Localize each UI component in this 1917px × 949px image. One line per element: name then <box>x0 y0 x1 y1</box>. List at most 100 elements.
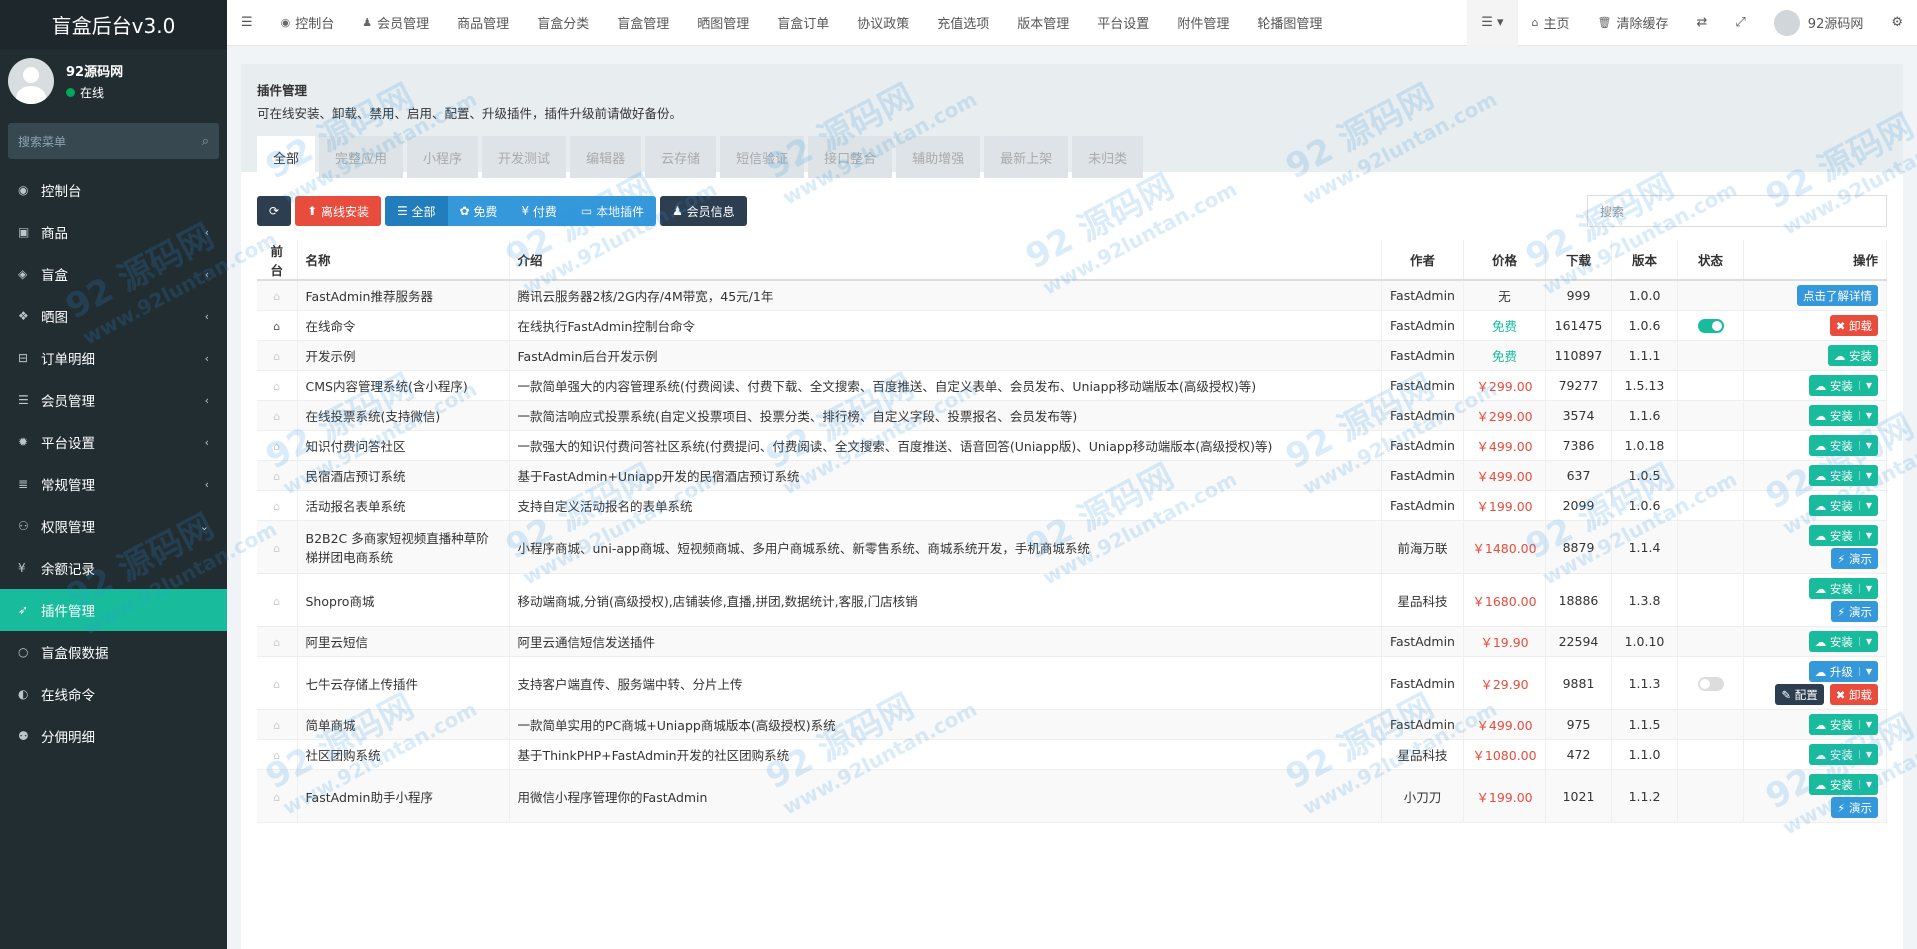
status-toggle[interactable] <box>1697 676 1724 691</box>
sidebar-item-1[interactable]: ▣ 商品 ‹ <box>0 211 227 253</box>
column-header[interactable]: 前台 <box>257 240 298 281</box>
language-button[interactable]: ⇄ <box>1682 0 1721 46</box>
menu-dropdown-button[interactable]: ☰ ▾ <box>1467 0 1518 46</box>
tab-5[interactable]: 云存储 <box>645 136 717 178</box>
tab-9[interactable]: 最新上架 <box>984 136 1069 178</box>
settings-button[interactable]: ⚙ <box>1877 0 1917 46</box>
top-nav-item-11[interactable]: 附件管理 <box>1163 0 1243 46</box>
action-button[interactable]: ✖ 卸载 <box>1829 315 1878 336</box>
sidebar-item-10[interactable]: ➶ 插件管理 <box>0 589 227 631</box>
sidebar-item-0[interactable]: ◉ 控制台 <box>0 169 227 211</box>
action-button[interactable]: ⚡ 演示 <box>1831 548 1878 569</box>
home-link[interactable]: ⌂ 主页 <box>1518 0 1584 46</box>
app-title[interactable]: 盲盒后台v3.0 <box>0 0 227 49</box>
clear-cache-button[interactable]: 🗑 清除缓存 <box>1584 0 1683 46</box>
tab-0[interactable]: 全部 <box>257 136 316 178</box>
action-button[interactable]: ✖ 卸载 <box>1829 684 1878 705</box>
action-button[interactable]: ☁ 安装 ▼ <box>1808 375 1878 396</box>
sidebar-item-12[interactable]: ◐ 在线命令 <box>0 673 227 715</box>
tab-6[interactable]: 短信验证 <box>720 136 805 178</box>
caret-down-icon[interactable]: ▼ <box>1858 501 1872 510</box>
column-header[interactable]: 介绍 <box>509 240 1382 281</box>
filter-free-button[interactable]: ✿ 免费 <box>447 196 510 226</box>
caret-down-icon[interactable]: ▼ <box>1858 780 1872 789</box>
sidebar-item-13[interactable]: ⚉ 分佣明细 <box>0 715 227 757</box>
action-button[interactable]: ☁ 安装 <box>1827 345 1878 366</box>
sidebar-item-9[interactable]: ¥ 余额记录 <box>0 547 227 589</box>
sidebar-item-4[interactable]: ⊟ 订单明细 ‹ <box>0 337 227 379</box>
action-button[interactable]: ☁ 安装 ▼ <box>1808 578 1878 599</box>
top-nav-item-7[interactable]: 协议政策 <box>843 0 923 46</box>
top-nav-item-1[interactable]: ♟ 会员管理 <box>348 0 443 46</box>
caret-down-icon[interactable]: ▼ <box>1858 720 1872 729</box>
sidebar-item-11[interactable]: ○ 盲盒假数据 <box>0 631 227 673</box>
tab-7[interactable]: 接口整合 <box>808 136 893 178</box>
column-header[interactable]: 下载 <box>1545 240 1612 281</box>
action-button[interactable]: ☁ 安装 ▼ <box>1808 495 1878 516</box>
top-nav-item-10[interactable]: 平台设置 <box>1083 0 1163 46</box>
member-info-button[interactable]: ♟ 会员信息 <box>660 196 747 226</box>
table-search-input[interactable]: 搜索 <box>1587 195 1887 227</box>
top-nav-item-3[interactable]: 盲盒分类 <box>523 0 603 46</box>
action-button[interactable]: ⚡ 演示 <box>1831 797 1878 818</box>
column-header[interactable]: 名称 <box>297 240 510 281</box>
sidebar-item-3[interactable]: ❖ 晒图 ‹ <box>0 295 227 337</box>
top-nav-item-9[interactable]: 版本管理 <box>1003 0 1083 46</box>
fullscreen-button[interactable]: ⤢ <box>1721 0 1759 46</box>
sidebar-item-5[interactable]: ☰ 会员管理 ‹ <box>0 379 227 421</box>
status-toggle[interactable] <box>1697 319 1724 334</box>
top-nav-item-2[interactable]: 商品管理 <box>443 0 523 46</box>
sidebar-search-input[interactable]: 搜索菜单 ⌕ <box>8 123 219 159</box>
user-menu[interactable]: 92源码网 <box>1760 0 1878 46</box>
column-header[interactable]: 版本 <box>1611 240 1678 281</box>
caret-down-icon[interactable]: ▼ <box>1858 441 1872 450</box>
action-button[interactable]: 点击了解详情 <box>1797 285 1878 306</box>
action-button[interactable]: ☁ 安装 ▼ <box>1808 465 1878 486</box>
action-button[interactable]: ☁ 安装 ▼ <box>1808 631 1878 652</box>
filter-local-button[interactable]: ▭ 本地插件 <box>568 196 657 226</box>
tab-4[interactable]: 编辑器 <box>570 136 642 178</box>
sidebar-item-8[interactable]: ⚇ 权限管理 ⌄ <box>0 505 227 547</box>
search-icon[interactable]: ⌕ <box>202 134 209 149</box>
action-button[interactable]: ☁ 升级 ▼ <box>1808 661 1878 682</box>
top-nav-item-4[interactable]: 盲盒管理 <box>603 0 683 46</box>
action-button[interactable]: ☁ 安装 ▼ <box>1808 744 1878 765</box>
tab-1[interactable]: 完整应用 <box>319 136 404 178</box>
action-button[interactable]: ☁ 安装 ▼ <box>1808 774 1878 795</box>
top-nav-item-5[interactable]: 晒图管理 <box>683 0 763 46</box>
caret-down-icon[interactable]: ▼ <box>1858 584 1872 593</box>
caret-down-icon[interactable]: ▼ <box>1858 381 1872 390</box>
action-button[interactable]: ☁ 安装 ▼ <box>1808 405 1878 426</box>
tab-10[interactable]: 未归类 <box>1072 136 1144 178</box>
caret-down-icon[interactable]: ▼ <box>1858 411 1872 420</box>
tab-8[interactable]: 辅助增强 <box>896 136 981 178</box>
tab-3[interactable]: 开发测试 <box>482 136 567 178</box>
refresh-button[interactable]: ⟳ <box>257 196 292 226</box>
column-header[interactable]: 价格 <box>1463 240 1546 281</box>
top-nav-item-6[interactable]: 盲盒订单 <box>763 0 843 46</box>
caret-down-icon[interactable]: ▼ <box>1858 667 1872 676</box>
sidebar-toggle-button[interactable]: ☰ <box>227 0 267 46</box>
caret-down-icon[interactable]: ▼ <box>1858 471 1872 480</box>
top-nav-item-0[interactable]: ◉ 控制台 <box>267 0 349 46</box>
tab-2[interactable]: 小程序 <box>407 136 479 178</box>
caret-down-icon[interactable]: ▼ <box>1858 750 1872 759</box>
sidebar-item-6[interactable]: ✹ 平台设置 ‹ <box>0 421 227 463</box>
filter-all-button[interactable]: ☰ 全部 <box>384 196 448 226</box>
caret-down-icon[interactable]: ▼ <box>1858 637 1872 646</box>
action-button[interactable]: ☁ 安装 ▼ <box>1808 435 1878 456</box>
top-nav-item-8[interactable]: 充值选项 <box>923 0 1003 46</box>
column-header[interactable]: 作者 <box>1381 240 1464 281</box>
home-icon[interactable]: ⌂ <box>273 320 280 333</box>
caret-down-icon[interactable]: ▼ <box>1858 531 1872 540</box>
column-header[interactable]: 状态 <box>1677 240 1744 281</box>
filter-paid-button[interactable]: ¥ 付费 <box>509 196 569 226</box>
action-button[interactable]: ⚡ 演示 <box>1831 601 1878 622</box>
sidebar-item-7[interactable]: ≣ 常规管理 ‹ <box>0 463 227 505</box>
column-header[interactable]: 操作 <box>1743 240 1887 281</box>
action-button[interactable]: ☁ 安装 ▼ <box>1808 525 1878 546</box>
action-button[interactable]: ✎ 配置 <box>1775 684 1824 705</box>
top-nav-item-12[interactable]: 轮播图管理 <box>1243 0 1336 46</box>
offline-install-button[interactable]: ⬆ 离线安装 <box>295 196 381 226</box>
sidebar-item-2[interactable]: ◈ 盲盒 ‹ <box>0 253 227 295</box>
